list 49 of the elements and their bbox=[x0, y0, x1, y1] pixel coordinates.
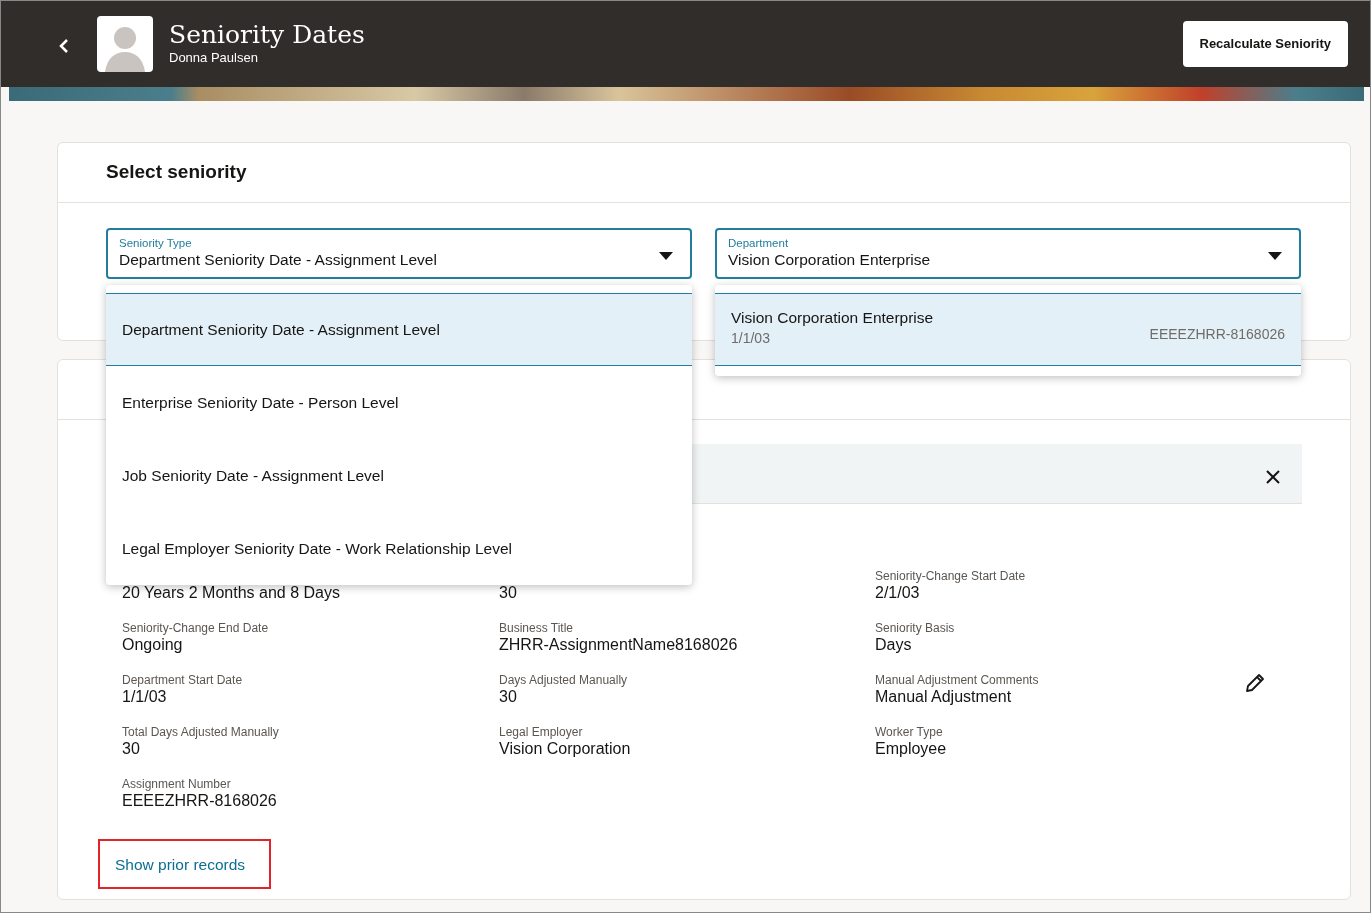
list-option[interactable]: Department Seniority Date - Assignment Level bbox=[106, 293, 692, 366]
field-value: 30 bbox=[122, 739, 141, 760]
field-value: 30 bbox=[499, 687, 518, 708]
field-value: 2/1/03 bbox=[875, 583, 921, 604]
field-value: 1/1/03 bbox=[122, 687, 168, 708]
dropdown-icon bbox=[659, 252, 673, 260]
field-label: Manual Adjustment Comments bbox=[875, 673, 1040, 688]
dropdown-icon bbox=[1268, 252, 1282, 260]
field-value: Vision Corporation Enterprise bbox=[728, 249, 931, 270]
field-label: Business Title bbox=[499, 621, 575, 636]
list-option[interactable]: Legal Employer Seniority Date - Work Relationship Level bbox=[106, 512, 692, 585]
field-label: Seniority-Change End Date bbox=[122, 621, 270, 636]
field-label: Seniority-Change Start Date bbox=[875, 569, 1027, 584]
option-code: EEEEZHRR-8168026 bbox=[1149, 325, 1285, 344]
field-label: Legal Employer bbox=[499, 725, 584, 740]
field-value: Department Seniority Date - Assignment Level bbox=[119, 249, 437, 270]
select-field[interactable]: Department Vision Corporation Enterprise bbox=[715, 228, 1301, 279]
field-label: Assignment Number bbox=[122, 777, 232, 792]
field-value: 20 Years 2 Months and 8 Days bbox=[122, 583, 341, 603]
field-value: Employee bbox=[875, 739, 948, 760]
list-option[interactable]: Enterprise Seniority Date - Person Level bbox=[106, 366, 692, 439]
field-label: Seniority Basis bbox=[875, 621, 956, 636]
close-icon bbox=[1264, 467, 1282, 486]
field-label: Department Start Date bbox=[122, 673, 244, 688]
list-option[interactable]: Vision Corporation Enterprise 1/1/03 EEEEZHRR-8168026 bbox=[715, 293, 1301, 366]
field-label: Worker Type bbox=[875, 725, 944, 740]
field-label: Days Adjusted Manually bbox=[499, 673, 629, 688]
field-label: Total Days Adjusted Manually bbox=[122, 725, 280, 740]
field-label: Seniority Type bbox=[119, 237, 193, 250]
show-prior-records-link[interactable]: Show prior records bbox=[98, 839, 272, 890]
person-name: Donna Paulsen bbox=[169, 49, 259, 67]
recalculate-seniority-button[interactable]: Recalculate Seniority bbox=[1182, 21, 1348, 67]
field-value: EEEEZHRR-8168026 bbox=[122, 791, 278, 812]
select-field[interactable]: Seniority Type Department Seniority Date - Assignment Level bbox=[106, 228, 692, 279]
field-value: Days bbox=[875, 635, 913, 656]
field-value: Vision Corporation bbox=[499, 739, 632, 760]
field-value: Ongoing bbox=[122, 635, 184, 656]
field-value: ZHRR-AssignmentName8168026 bbox=[499, 635, 739, 656]
list-option[interactable]: Job Seniority Date - Assignment Level bbox=[106, 439, 692, 512]
back-icon bbox=[59, 37, 69, 54]
page-title: Seniority Dates bbox=[169, 20, 365, 48]
field-label: Department bbox=[728, 237, 790, 250]
avatar-silhouette bbox=[97, 16, 153, 72]
option-date: 1/1/03 bbox=[731, 329, 771, 349]
field-value: 30 bbox=[499, 583, 518, 603]
option-label: Vision Corporation Enterprise bbox=[731, 308, 934, 328]
card-title: Select seniority bbox=[58, 143, 1350, 203]
field-value: Manual Adjustment bbox=[875, 687, 1013, 708]
pencil-icon bbox=[1244, 672, 1266, 695]
